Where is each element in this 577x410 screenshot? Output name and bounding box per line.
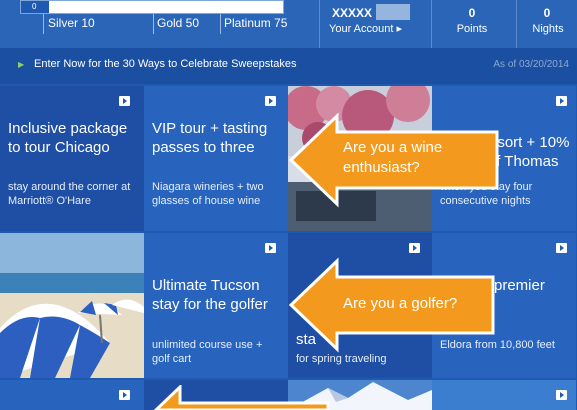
tile-title: VIP tour + tasting passes to three	[152, 120, 268, 156]
points-label: Points	[456, 23, 488, 35]
play-icon[interactable]	[556, 243, 567, 253]
play-icon[interactable]	[556, 390, 567, 400]
tile-subtitle: unlimited course use + golf cart	[152, 339, 263, 365]
tier-divider	[153, 14, 154, 34]
play-icon[interactable]	[119, 390, 130, 400]
play-icon[interactable]	[409, 243, 420, 253]
progress-bar: 0	[20, 0, 284, 14]
beach-umbrella-photo	[0, 233, 144, 378]
promo-banner: ▶ Enter Now for the 30 Ways to Celebrate…	[0, 48, 577, 84]
tier-divider	[43, 14, 44, 34]
offer-tile[interactable]	[0, 380, 144, 410]
points-value: 0	[468, 6, 476, 20]
tile-subtitle: for spring traveling	[296, 353, 387, 365]
your-account-link[interactable]: Your Account ▸	[329, 22, 402, 35]
tier-gold: Gold 50	[157, 16, 200, 30]
tile-title: Inclusive package to tour Chicago	[8, 120, 128, 156]
as-of-date: As of 03/20/2014	[493, 59, 569, 70]
tier-divider	[220, 14, 221, 34]
nights-label: Nights	[532, 23, 564, 35]
play-triangle-icon: ▶	[18, 60, 25, 69]
offer-tile-tucson[interactable]: Ultimate Tucson stay for the golfer unli…	[144, 233, 288, 378]
play-icon[interactable]	[556, 96, 567, 106]
account-id: XXXXX	[332, 6, 373, 20]
wine-callout-arrow: Are you a wine enthusiast?	[285, 110, 505, 210]
offer-tile[interactable]	[432, 380, 576, 410]
status-bar: 0 Silver 10 Gold 50 Platinum 75 XXXXX Yo…	[0, 0, 577, 48]
tile-title: Ultimate Tucson stay for the golfer	[152, 277, 268, 313]
account-id-redaction	[376, 4, 410, 20]
tile-subtitle: Niagara wineries + two glasses of house …	[152, 181, 264, 207]
nights-value: 0	[543, 6, 551, 20]
callout-text: Are you a golfer?	[343, 295, 458, 312]
golfer-callout-arrow: Are you a golfer?	[285, 257, 500, 353]
tier-silver: Silver 10	[48, 16, 95, 30]
offer-tile-niagara[interactable]: VIP tour + tasting passes to three Niaga…	[144, 86, 288, 231]
play-icon[interactable]	[265, 243, 276, 253]
sweepstakes-link[interactable]: Enter Now for the 30 Ways to Celebrate S…	[34, 58, 297, 70]
offer-tile-chicago[interactable]: Inclusive package to tour Chicago stay a…	[0, 86, 144, 231]
callout-text: Are you a wine enthusiast?	[343, 139, 443, 176]
tile-subtitle: stay around the corner at Marriott® O'Ha…	[8, 181, 131, 207]
progress-fill: 0	[21, 1, 49, 13]
callout-arrow	[150, 385, 330, 410]
play-icon[interactable]	[265, 96, 276, 106]
play-icon[interactable]	[119, 96, 130, 106]
tile-title: premier	[494, 277, 545, 294]
tier-platinum: Platinum 75	[224, 16, 288, 30]
divider	[319, 0, 320, 48]
